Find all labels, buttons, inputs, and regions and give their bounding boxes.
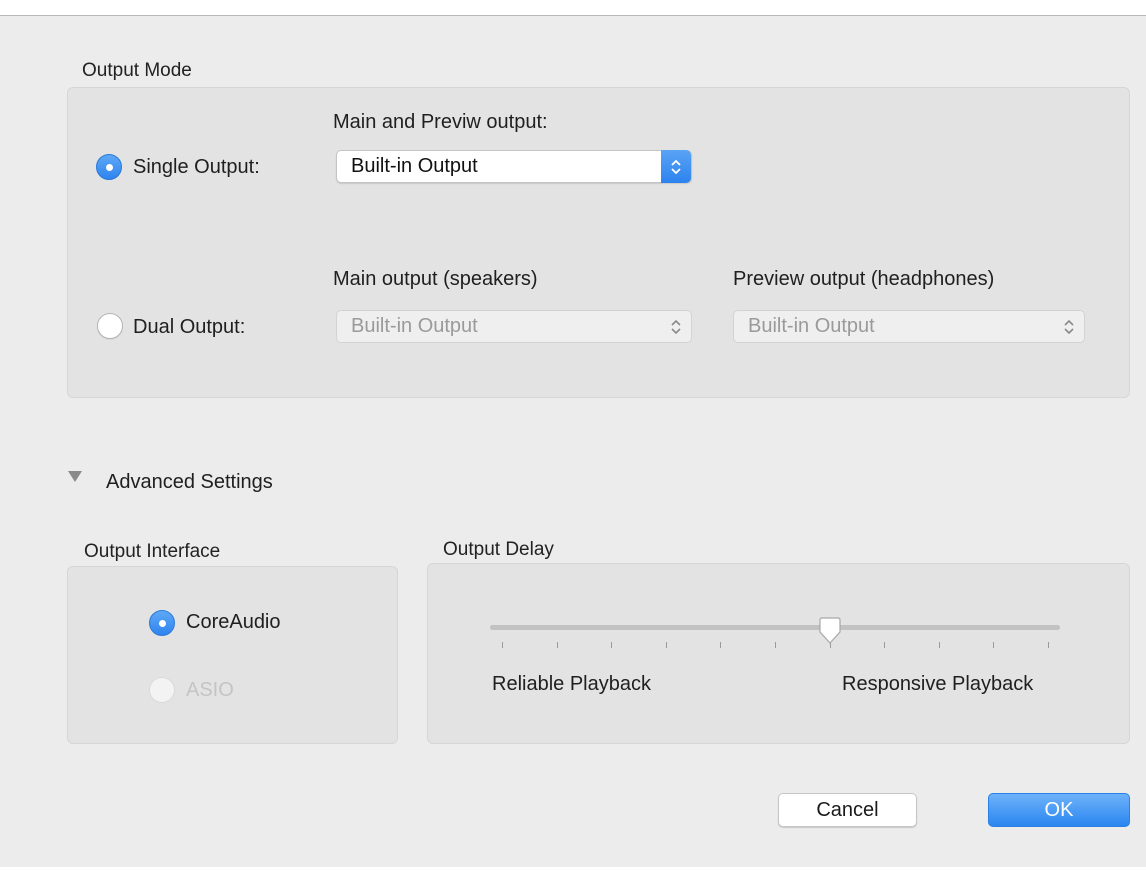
- single-output-select[interactable]: Built-in Output: [336, 150, 692, 183]
- output-delay-group: [427, 563, 1130, 744]
- dual-output-label[interactable]: Dual Output:: [133, 316, 245, 339]
- slider-tick: [775, 642, 776, 648]
- preview-output-caption: Preview output (headphones): [733, 268, 995, 290]
- output-interface-title: Output Interface: [84, 541, 221, 562]
- main-output-caption: Main output (speakers): [333, 268, 538, 290]
- slider-tick: [993, 642, 995, 648]
- single-output-caption: Main and Previw output:: [333, 111, 548, 133]
- slider-tick: [556, 642, 558, 648]
- output-delay-title: Output Delay: [443, 539, 554, 560]
- coreaudio-radio[interactable]: [149, 610, 175, 636]
- output-interface-group: [67, 566, 398, 744]
- single-output-value: Built-in Output: [351, 155, 478, 177]
- main-output-value: Built-in Output: [351, 315, 478, 337]
- slider-tick: [665, 642, 667, 648]
- preview-output-select[interactable]: Built-in Output: [733, 310, 1085, 343]
- ok-button[interactable]: OK: [988, 793, 1130, 827]
- slider-tick: [1048, 642, 1049, 648]
- disclosure-triangle-icon[interactable]: [68, 471, 82, 482]
- slider-tick: [502, 642, 503, 648]
- asio-radio[interactable]: [149, 677, 175, 703]
- output-delay-slider[interactable]: [490, 625, 1060, 630]
- single-output-radio[interactable]: [96, 154, 122, 180]
- chevron-updown-icon: [1054, 310, 1084, 343]
- slider-tick: [720, 642, 722, 648]
- preview-output-value: Built-in Output: [748, 315, 875, 337]
- responsive-playback-label: Responsive Playback: [842, 673, 1034, 695]
- advanced-settings-label[interactable]: Advanced Settings: [106, 471, 273, 494]
- single-output-label[interactable]: Single Output:: [133, 156, 260, 179]
- asio-label[interactable]: ASIO: [186, 679, 234, 702]
- coreaudio-label[interactable]: CoreAudio: [186, 611, 281, 634]
- slider-tick: [938, 642, 940, 648]
- slider-tick: [884, 642, 886, 648]
- main-output-select[interactable]: Built-in Output: [336, 310, 692, 343]
- chevron-updown-icon: [661, 150, 691, 183]
- slider-tick: [611, 642, 613, 648]
- slider-thumb[interactable]: [818, 617, 842, 645]
- output-mode-title: Output Mode: [82, 60, 192, 81]
- chevron-updown-icon: [661, 310, 691, 343]
- output-mode-group: [67, 87, 1130, 398]
- dual-output-radio[interactable]: [97, 313, 123, 339]
- cancel-button[interactable]: Cancel: [778, 793, 917, 827]
- reliable-playback-label: Reliable Playback: [492, 673, 651, 695]
